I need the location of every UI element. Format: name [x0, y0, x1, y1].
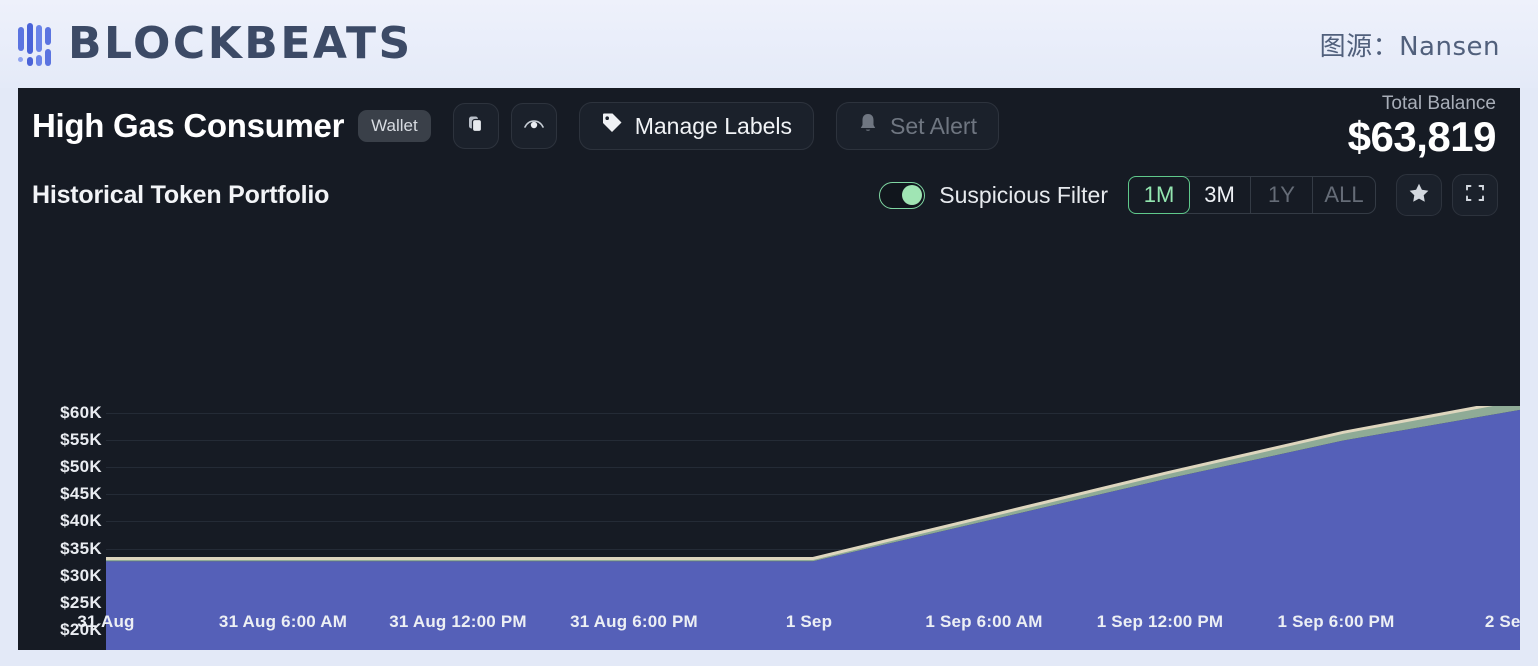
chart-title: Historical Token Portfolio: [32, 181, 329, 210]
manage-labels-label: Manage Labels: [635, 113, 792, 140]
x-tick-label: 1 Sep 6:00 AM: [925, 612, 1042, 632]
manage-labels-button[interactable]: Manage Labels: [579, 102, 814, 150]
set-alert-button[interactable]: Set Alert: [836, 102, 999, 150]
portfolio-panel: High Gas Consumer Wallet: [18, 88, 1520, 650]
toggle-knob: [902, 185, 922, 205]
source-attribution: 图源：Nansen: [1320, 26, 1500, 63]
y-tick-label: $30K: [60, 566, 102, 586]
range-button-all[interactable]: ALL: [1313, 177, 1375, 213]
x-tick-label: 31 Aug 6:00 PM: [570, 612, 698, 632]
watch-toggle-button[interactable]: [511, 103, 557, 149]
brand-bar: BLOCKBEATS 图源：Nansen: [0, 0, 1538, 88]
y-tick-label: $60K: [60, 403, 102, 423]
y-tick-label: $55K: [60, 430, 102, 450]
x-tick-label: 2 Sep: [1485, 612, 1520, 632]
range-button-1y[interactable]: 1Y: [1251, 177, 1313, 213]
x-tick-label: 31 Aug 12:00 PM: [389, 612, 526, 632]
total-balance-value: $63,819: [1348, 115, 1496, 159]
range-button-3m[interactable]: 3M: [1189, 177, 1251, 213]
range-button-1m[interactable]: 1M: [1128, 176, 1190, 214]
x-tick-label: 1 Sep: [786, 612, 832, 632]
x-tick-label: 1 Sep 6:00 PM: [1278, 612, 1395, 632]
bars-logo-icon: [18, 21, 62, 67]
bell-icon: [858, 112, 878, 140]
y-tick-label: $50K: [60, 457, 102, 477]
suspicious-filter-label: Suspicious Filter: [939, 182, 1108, 209]
x-tick-label: 31 Aug 6:00 AM: [219, 612, 347, 632]
chart-controls-row: Historical Token Portfolio Suspicious Fi…: [18, 164, 1520, 226]
total-balance: Total Balance $63,819: [1348, 93, 1500, 159]
status-badge: Wallet: [358, 110, 431, 142]
total-balance-label: Total Balance: [1348, 93, 1496, 115]
panel-header: High Gas Consumer Wallet: [18, 88, 1520, 164]
page-title: High Gas Consumer: [32, 107, 344, 145]
x-tick-label: 31 Aug: [77, 612, 134, 632]
copy-address-button[interactable]: [453, 103, 499, 149]
time-range-selector: 1M 3M 1Y ALL: [1128, 176, 1376, 214]
y-tick-label: $35K: [60, 539, 102, 559]
y-tick-label: $40K: [60, 511, 102, 531]
suspicious-filter-toggle[interactable]: [879, 182, 925, 209]
copy-icon: [466, 114, 486, 139]
eye-icon: [523, 115, 545, 138]
chart-controls: Suspicious Filter 1M 3M 1Y ALL: [879, 174, 1498, 216]
tag-icon: [601, 112, 623, 140]
brand-name: BLOCKBEATS: [68, 22, 413, 66]
x-axis: 31 Aug 31 Aug 6:00 AM 31 Aug 12:00 PM 31…: [18, 612, 1520, 650]
favorite-button[interactable]: [1396, 174, 1442, 216]
chart-area: $60K $55K $50K $45K $40K $35K $30K $25K …: [18, 226, 1520, 650]
fullscreen-button[interactable]: [1452, 174, 1498, 216]
y-tick-label: $25K: [60, 593, 102, 613]
x-tick-label: 1 Sep 12:00 PM: [1097, 612, 1224, 632]
blockbeats-logo[interactable]: BLOCKBEATS: [18, 21, 413, 67]
fullscreen-icon: [1465, 183, 1485, 208]
y-tick-label: $45K: [60, 484, 102, 504]
star-icon: [1408, 182, 1430, 209]
set-alert-label: Set Alert: [890, 113, 977, 140]
